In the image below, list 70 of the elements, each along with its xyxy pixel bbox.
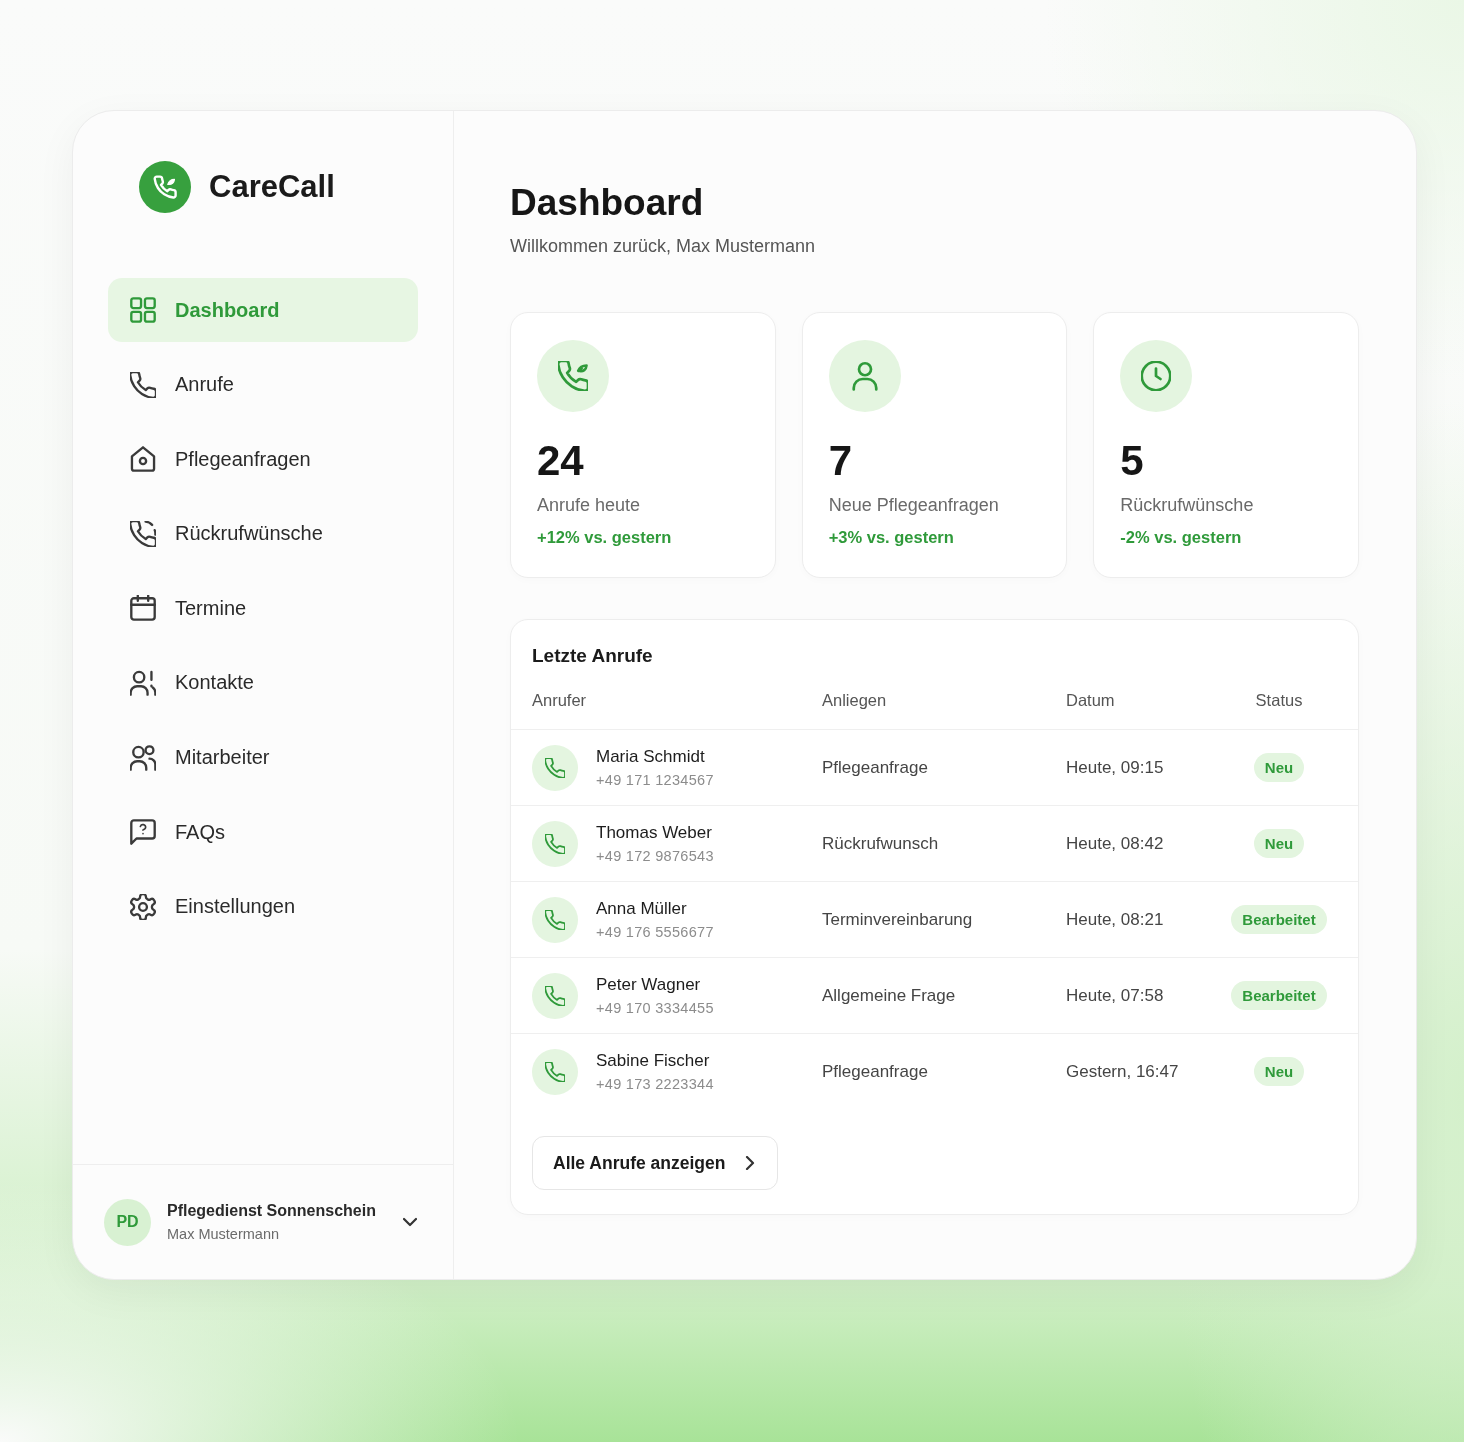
column-header: Status	[1254, 690, 1304, 711]
logo-icon	[139, 160, 191, 213]
phone-icon	[130, 371, 156, 398]
caller-phone: +49 176 5556677	[596, 924, 714, 940]
concern-cell-text: Pflegeanfrage	[822, 757, 929, 778]
status-badge: Neu	[1253, 1057, 1305, 1086]
settings-icon	[130, 893, 156, 920]
users-icon	[130, 744, 156, 771]
caller-name: Peter Wagner	[596, 975, 702, 995]
nav-item[interactable]: Anrufe	[108, 352, 418, 417]
concern-cell-text: Rückrufwunsch	[822, 833, 940, 854]
column-header: Anliegen	[822, 690, 888, 711]
concern-cell-text: Pflegeanfrage	[822, 1061, 929, 1082]
caller-name: Maria Schmidt	[596, 747, 706, 767]
card-title: Letzte Anrufe	[531, 644, 654, 668]
phone-icon	[532, 744, 578, 791]
phone-icon	[532, 1048, 578, 1095]
stat-label: Neue Pflegeanfragen	[828, 494, 1000, 517]
caller-name: Anna Müller	[596, 899, 688, 919]
page-title: Dashboard	[510, 181, 705, 225]
nav-item[interactable]: Termine	[108, 576, 418, 641]
grid-icon	[130, 297, 156, 323]
concern-cell-text: Allgemeine Frage	[822, 985, 957, 1006]
nav-item[interactable]: Kontakte	[108, 650, 418, 715]
status-badge: Neu	[1253, 829, 1305, 858]
account-avatar: PD	[104, 1198, 151, 1246]
account-name: Pflegedienst Sonnenschein	[167, 1202, 377, 1220]
caller-name: Thomas Weber	[596, 823, 713, 843]
date-cell-text: Heute, 09:15	[1066, 757, 1165, 778]
date-cell-text: Heute, 08:21	[1066, 909, 1165, 930]
nav-item[interactable]: Rückrufwünsche	[108, 501, 418, 566]
phone-icon	[532, 896, 578, 943]
show-all-button[interactable]: Alle Anrufe anzeigen	[532, 1136, 779, 1190]
phone-icon	[532, 972, 578, 1019]
chevron-down-icon[interactable]	[403, 1215, 417, 1229]
date-cell-text: Heute, 08:42	[1066, 833, 1165, 854]
stat-label: Anrufe heute	[537, 494, 642, 517]
caller-phone: +49 170 3334455	[596, 1000, 714, 1016]
date-cell-text: Gestern, 16:47	[1066, 1061, 1180, 1082]
nav-item[interactable]: Mitarbeiter	[108, 725, 418, 790]
stat-value: 24	[537, 436, 585, 486]
status-badge: Neu	[1253, 753, 1305, 782]
stat-change: +12% vs. gestern	[537, 527, 673, 548]
stat-change: -2% vs. gestern	[1120, 527, 1243, 548]
status-badge: Bearbeitet	[1231, 981, 1327, 1010]
page-subtitle: Willkommen zurück, Max Mustermann	[510, 235, 817, 258]
phone-icon	[532, 820, 578, 867]
date-cell-text: Heute, 07:58	[1066, 985, 1165, 1006]
user-name: Max Mustermann	[167, 1226, 280, 1242]
column-header: Anrufer	[532, 690, 588, 711]
stat-label: Rückrufwünsche	[1120, 494, 1255, 517]
stat-value: 7	[828, 436, 853, 486]
status-badge: Bearbeitet	[1231, 905, 1327, 934]
brand-name: CareCall	[209, 168, 335, 205]
concern-cell-text: Terminvereinbarung	[822, 909, 974, 930]
help-bubble-icon	[130, 819, 156, 846]
house-icon	[130, 446, 156, 473]
stat-value: 5	[1120, 436, 1145, 486]
calendar-icon	[130, 595, 156, 622]
users-icon	[130, 669, 156, 696]
caller-phone: +49 173 2223344	[596, 1076, 714, 1092]
column-header: Datum	[1066, 690, 1116, 711]
caller-phone: +49 171 1234567	[596, 772, 714, 788]
caller-phone: +49 172 9876543	[596, 848, 714, 864]
nav-item[interactable]: Pflegeanfragen	[108, 427, 418, 492]
nav-item[interactable]: FAQs	[108, 800, 418, 865]
phone-callback-icon	[130, 520, 156, 547]
stat-change: +3% vs. gestern	[828, 527, 955, 548]
caller-name: Sabine Fischer	[596, 1051, 711, 1071]
nav-item[interactable]: Einstellungen	[108, 874, 418, 939]
